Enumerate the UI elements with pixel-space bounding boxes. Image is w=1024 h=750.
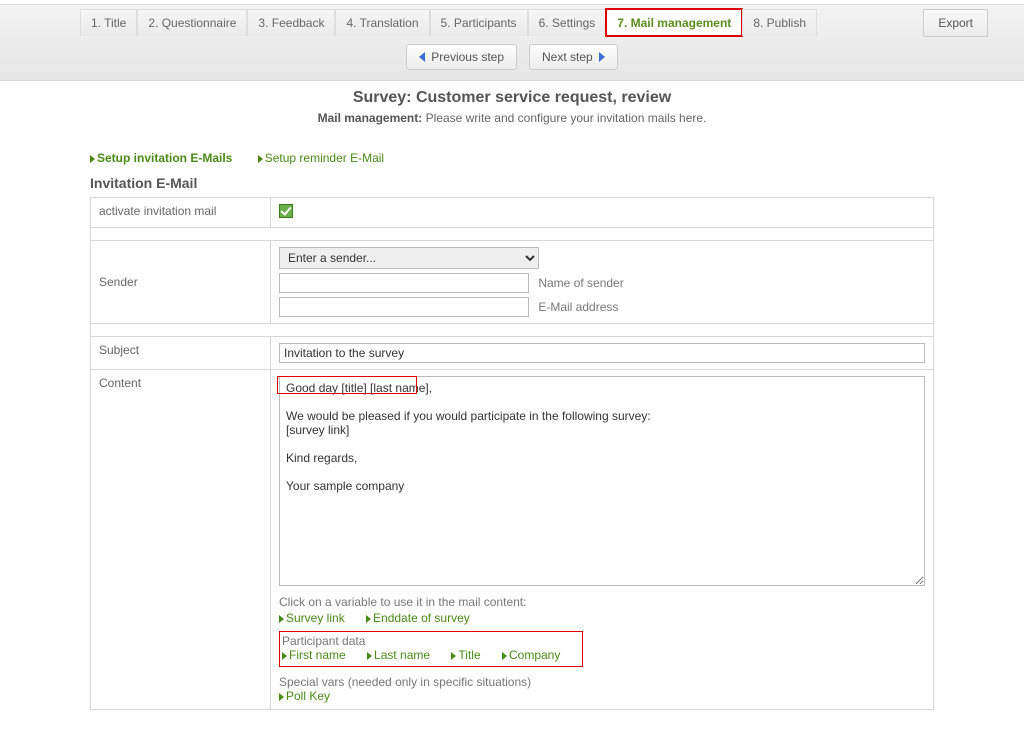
variable-hint: Click on a variable to use it in the mai…	[279, 595, 925, 609]
sender-email-label: E-Mail address	[538, 300, 618, 314]
arrow-left-icon	[419, 52, 425, 62]
export-button[interactable]: Export	[923, 9, 988, 37]
sender-select[interactable]: Enter a sender...	[279, 247, 539, 269]
next-step-button[interactable]: Next step	[529, 44, 618, 70]
special-vars-title: Special vars (needed only in specific si…	[279, 675, 925, 689]
var-survey-link[interactable]: Survey link	[279, 611, 345, 625]
activate-invitation-label: activate invitation mail	[91, 198, 271, 228]
sender-email-input[interactable]	[279, 297, 529, 317]
wizard-step-participants[interactable]: 5. Participants	[430, 9, 528, 36]
triangle-icon	[282, 652, 287, 660]
triangle-icon	[367, 652, 372, 660]
var-enddate[interactable]: Enddate of survey	[366, 611, 470, 625]
wizard-step-publish[interactable]: 8. Publish	[742, 9, 817, 36]
participant-data-title: Participant data	[282, 634, 578, 648]
var-last-name[interactable]: Last name	[367, 648, 430, 662]
subject-label: Subject	[91, 337, 271, 370]
triangle-icon	[279, 693, 284, 701]
previous-step-label: Previous step	[431, 50, 504, 64]
triangle-icon	[279, 615, 284, 623]
section-heading: Invitation E-Mail	[90, 175, 934, 191]
triangle-icon	[451, 652, 456, 660]
content-label: Content	[91, 370, 271, 710]
wizard-step-settings[interactable]: 6. Settings	[528, 9, 607, 36]
wizard-step-title[interactable]: 1. Title	[80, 9, 137, 36]
wizard-step-questionnaire[interactable]: 2. Questionnaire	[137, 9, 247, 36]
tab-setup-reminder[interactable]: Setup reminder E-Mail	[258, 151, 384, 165]
triangle-icon	[366, 615, 371, 623]
wizard-step-mail-management[interactable]: 7. Mail management	[606, 9, 742, 36]
activate-invitation-checkbox[interactable]	[279, 204, 293, 218]
next-step-label: Next step	[542, 50, 593, 64]
participant-data-box: Participant data First name Last name Ti…	[279, 631, 583, 667]
wizard-step-translation[interactable]: 4. Translation	[335, 9, 429, 36]
var-poll-key[interactable]: Poll Key	[279, 689, 330, 703]
subject-input[interactable]	[279, 343, 925, 363]
var-first-name[interactable]: First name	[282, 648, 346, 662]
triangle-icon	[90, 155, 95, 163]
sender-label: Sender	[91, 241, 271, 324]
var-company[interactable]: Company	[502, 648, 560, 662]
triangle-icon	[258, 155, 263, 163]
var-title[interactable]: Title	[451, 648, 480, 662]
page-title: Survey: Customer service request, review	[0, 89, 1024, 107]
tab-setup-invitation[interactable]: Setup invitation E-Mails	[90, 151, 232, 165]
wizard-steps: 1. Title 2. Questionnaire 3. Feedback 4.…	[0, 5, 1024, 36]
page-subtitle-rest: Please write and configure your invitati…	[422, 111, 706, 125]
arrow-right-icon	[599, 52, 605, 62]
sender-name-label: Name of sender	[538, 276, 623, 290]
sender-name-input[interactable]	[279, 273, 529, 293]
previous-step-button[interactable]: Previous step	[406, 44, 517, 70]
page-subtitle: Mail management: Please write and config…	[0, 111, 1024, 125]
triangle-icon	[502, 652, 507, 660]
page-subtitle-bold: Mail management:	[318, 111, 423, 125]
wizard-step-feedback[interactable]: 3. Feedback	[247, 9, 335, 36]
content-textarea[interactable]	[279, 376, 925, 586]
